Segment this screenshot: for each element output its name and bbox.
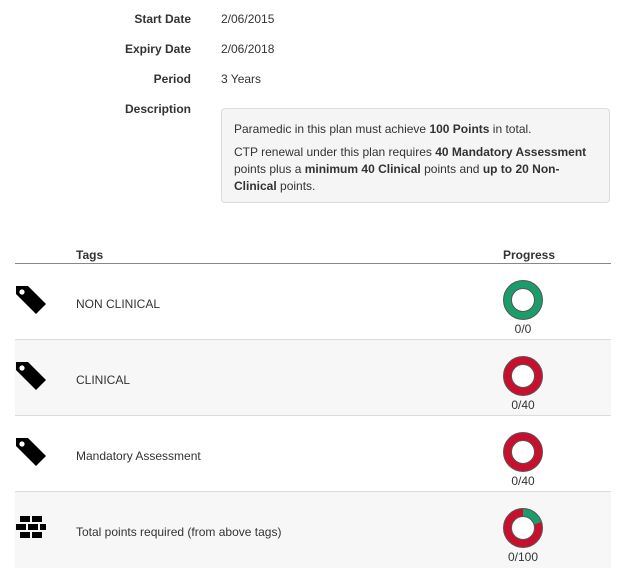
progress-donut [503, 508, 543, 548]
description-box: Paramedic in this plan must achieve 100 … [221, 108, 610, 203]
description-text: Paramedic in this plan must achieve [234, 122, 430, 136]
progress-donut [503, 432, 543, 472]
progress-count: 0/100 [507, 550, 539, 564]
description-text: points and [420, 162, 483, 176]
progress-donut [503, 356, 543, 396]
description-text: CTP renewal under this plan requires [234, 145, 436, 159]
table-row: CLINICAL 0/40 [15, 340, 611, 416]
progress-donut-graphic [503, 280, 543, 320]
description-emphasis: 40 Mandatory Assessment [435, 145, 587, 159]
expiry-date-value: 2/06/2018 [221, 42, 275, 56]
tag-name: CLINICAL [76, 373, 131, 387]
description-emphasis: 100 Points [429, 122, 490, 136]
description-text: points. [276, 179, 316, 193]
donut-inner-hole [511, 364, 535, 388]
tag-name: Mandatory Assessment [76, 449, 201, 463]
progress-count: 0/0 [514, 322, 532, 336]
progress-column-header: Progress [503, 248, 556, 262]
progress-donut-graphic [503, 356, 543, 396]
period-row: Period 3 Years [0, 72, 620, 90]
progress-count: 0/40 [511, 474, 535, 488]
progress-donut [503, 280, 543, 320]
description-emphasis: minimum 40 Clinical [304, 162, 421, 176]
donut-inner-hole [511, 516, 535, 540]
period-value: 3 Years [221, 72, 262, 86]
tag-icon [15, 284, 49, 318]
description-paragraph-1: Paramedic in this plan must achieve 100 … [234, 121, 597, 138]
donut-inner-hole [511, 288, 535, 312]
expiry-date-label: Expiry Date [124, 42, 191, 56]
description-label: Description [124, 102, 191, 116]
description-paragraph-2: CTP renewal under this plan requires 40 … [234, 144, 597, 195]
period-label: Period [153, 72, 191, 86]
tag-icon [15, 360, 49, 394]
start-date-row: Start Date 2/06/2015 [0, 12, 620, 30]
progress-donut-graphic [503, 432, 543, 472]
tags-column-header: Tags [76, 248, 104, 262]
start-date-label: Start Date [134, 12, 191, 26]
tag-name: NON CLINICAL [76, 297, 161, 311]
expiry-date-row: Expiry Date 2/06/2018 [0, 42, 620, 60]
bricks-icon [15, 512, 49, 546]
progress-donut-graphic [503, 508, 543, 548]
tag-icon [15, 436, 49, 470]
start-date-value: 2/06/2015 [221, 12, 275, 26]
table-row: NON CLINICAL 0/0 [15, 264, 611, 340]
tag-name: Total points required (from above tags) [76, 525, 282, 539]
description-text: in total. [489, 122, 532, 136]
donut-inner-hole [511, 440, 535, 464]
description-text: points plus a [234, 162, 305, 176]
progress-count: 0/40 [511, 398, 535, 412]
table-row: Mandatory Assessment 0/40 [15, 416, 611, 492]
table-row: Total points required (from above tags) … [15, 492, 611, 568]
